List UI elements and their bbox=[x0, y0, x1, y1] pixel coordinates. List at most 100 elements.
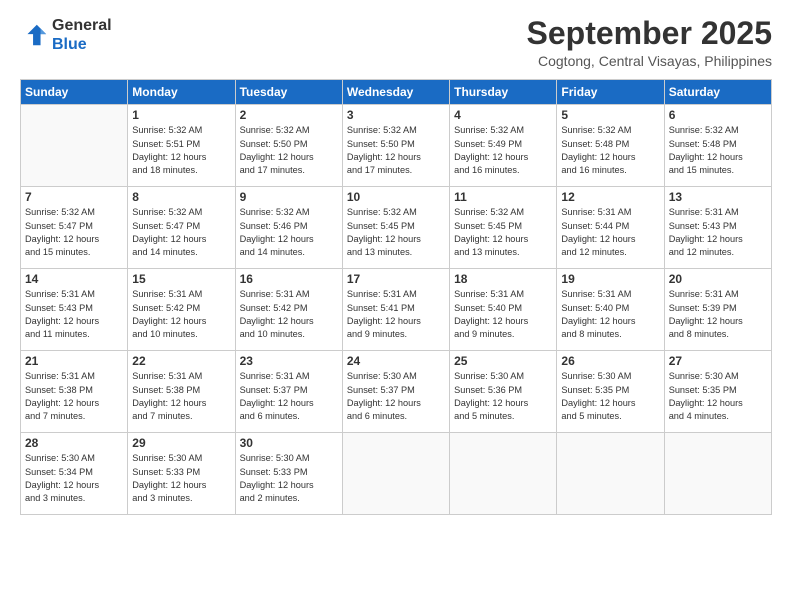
day-info: Sunrise: 5:32 AM Sunset: 5:51 PM Dayligh… bbox=[132, 124, 230, 177]
day-number: 13 bbox=[669, 190, 767, 204]
day-number: 5 bbox=[561, 108, 659, 122]
title-block: September 2025 Cogtong, Central Visayas,… bbox=[527, 16, 772, 69]
day-info: Sunrise: 5:31 AM Sunset: 5:41 PM Dayligh… bbox=[347, 288, 445, 341]
table-row: 28Sunrise: 5:30 AM Sunset: 5:34 PM Dayli… bbox=[21, 433, 128, 515]
calendar-week-row: 28Sunrise: 5:30 AM Sunset: 5:34 PM Dayli… bbox=[21, 433, 772, 515]
location: Cogtong, Central Visayas, Philippines bbox=[527, 53, 772, 69]
table-row bbox=[557, 433, 664, 515]
table-row: 26Sunrise: 5:30 AM Sunset: 5:35 PM Dayli… bbox=[557, 351, 664, 433]
table-row: 11 Sunrise: 5:32 AM Sunset: 5:45 PM Dayli… bbox=[450, 187, 557, 269]
table-row: 9 Sunrise: 5:32 AM Sunset: 5:46 PM Daylig… bbox=[235, 187, 342, 269]
day-info: Sunrise: 5:31 AM Sunset: 5:43 PM Dayligh… bbox=[25, 288, 123, 341]
day-number: 9 bbox=[240, 190, 338, 204]
calendar-week-row: 7 Sunrise: 5:32 AM Sunset: 5:47 PM Daylig… bbox=[21, 187, 772, 269]
day-info: Sunrise: 5:30 AM Sunset: 5:37 PM Dayligh… bbox=[347, 370, 445, 423]
day-info: Sunrise: 5:32 AM Sunset: 5:47 PM Dayligh… bbox=[132, 206, 230, 259]
day-info: Sunrise: 5:31 AM Sunset: 5:44 PM Dayligh… bbox=[561, 206, 659, 259]
day-number: 16 bbox=[240, 272, 338, 286]
day-number: 25 bbox=[454, 354, 552, 368]
month-title: September 2025 bbox=[527, 16, 772, 51]
col-wednesday: Wednesday bbox=[342, 80, 449, 105]
table-row: 13 Sunrise: 5:31 AM Sunset: 5:43 PM Dayli… bbox=[664, 187, 771, 269]
day-info: Sunrise: 5:31 AM Sunset: 5:42 PM Dayligh… bbox=[240, 288, 338, 341]
day-number: 23 bbox=[240, 354, 338, 368]
day-info: Sunrise: 5:30 AM Sunset: 5:33 PM Dayligh… bbox=[132, 452, 230, 505]
day-info: Sunrise: 5:32 AM Sunset: 5:47 PM Dayligh… bbox=[25, 206, 123, 259]
table-row: 18 Sunrise: 5:31 AM Sunset: 5:40 PM Dayli… bbox=[450, 269, 557, 351]
table-row bbox=[21, 105, 128, 187]
day-info: Sunrise: 5:32 AM Sunset: 5:50 PM Dayligh… bbox=[240, 124, 338, 177]
table-row: 10 Sunrise: 5:32 AM Sunset: 5:45 PM Dayli… bbox=[342, 187, 449, 269]
day-info: Sunrise: 5:30 AM Sunset: 5:34 PM Dayligh… bbox=[25, 452, 123, 505]
day-number: 8 bbox=[132, 190, 230, 204]
col-tuesday: Tuesday bbox=[235, 80, 342, 105]
day-info: Sunrise: 5:30 AM Sunset: 5:36 PM Dayligh… bbox=[454, 370, 552, 423]
day-info: Sunrise: 5:32 AM Sunset: 5:48 PM Dayligh… bbox=[669, 124, 767, 177]
col-monday: Monday bbox=[128, 80, 235, 105]
day-number: 15 bbox=[132, 272, 230, 286]
calendar-table: Sunday Monday Tuesday Wednesday Thursday… bbox=[20, 79, 772, 515]
table-row: 5Sunrise: 5:32 AM Sunset: 5:48 PM Daylig… bbox=[557, 105, 664, 187]
day-number: 11 bbox=[454, 190, 552, 204]
table-row bbox=[450, 433, 557, 515]
day-info: Sunrise: 5:32 AM Sunset: 5:49 PM Dayligh… bbox=[454, 124, 552, 177]
day-number: 10 bbox=[347, 190, 445, 204]
page: General Blue September 2025 Cogtong, Cen… bbox=[0, 0, 792, 612]
table-row: 4 Sunrise: 5:32 AM Sunset: 5:49 PM Daylig… bbox=[450, 105, 557, 187]
day-info: Sunrise: 5:31 AM Sunset: 5:40 PM Dayligh… bbox=[454, 288, 552, 341]
table-row bbox=[342, 433, 449, 515]
day-info: Sunrise: 5:30 AM Sunset: 5:35 PM Dayligh… bbox=[561, 370, 659, 423]
table-row: 15Sunrise: 5:31 AM Sunset: 5:42 PM Dayli… bbox=[128, 269, 235, 351]
day-number: 17 bbox=[347, 272, 445, 286]
col-sunday: Sunday bbox=[21, 80, 128, 105]
day-number: 1 bbox=[132, 108, 230, 122]
table-row: 23 Sunrise: 5:31 AM Sunset: 5:37 PM Dayli… bbox=[235, 351, 342, 433]
table-row: 7 Sunrise: 5:32 AM Sunset: 5:47 PM Daylig… bbox=[21, 187, 128, 269]
col-thursday: Thursday bbox=[450, 80, 557, 105]
day-info: Sunrise: 5:31 AM Sunset: 5:40 PM Dayligh… bbox=[561, 288, 659, 341]
day-number: 18 bbox=[454, 272, 552, 286]
col-friday: Friday bbox=[557, 80, 664, 105]
day-number: 7 bbox=[25, 190, 123, 204]
day-info: Sunrise: 5:31 AM Sunset: 5:38 PM Dayligh… bbox=[132, 370, 230, 423]
calendar-week-row: 1 Sunrise: 5:32 AM Sunset: 5:51 PM Daylig… bbox=[21, 105, 772, 187]
table-row: 8 Sunrise: 5:32 AM Sunset: 5:47 PM Daylig… bbox=[128, 187, 235, 269]
day-number: 12 bbox=[561, 190, 659, 204]
table-row: 14 Sunrise: 5:31 AM Sunset: 5:43 PM Dayli… bbox=[21, 269, 128, 351]
day-number: 27 bbox=[669, 354, 767, 368]
day-number: 30 bbox=[240, 436, 338, 450]
day-number: 20 bbox=[669, 272, 767, 286]
day-info: Sunrise: 5:31 AM Sunset: 5:39 PM Dayligh… bbox=[669, 288, 767, 341]
calendar-week-row: 21 Sunrise: 5:31 AM Sunset: 5:38 PM Dayli… bbox=[21, 351, 772, 433]
table-row: 21 Sunrise: 5:31 AM Sunset: 5:38 PM Dayli… bbox=[21, 351, 128, 433]
table-row: 2 Sunrise: 5:32 AM Sunset: 5:50 PM Daylig… bbox=[235, 105, 342, 187]
calendar-header-row: Sunday Monday Tuesday Wednesday Thursday… bbox=[21, 80, 772, 105]
day-info: Sunrise: 5:31 AM Sunset: 5:37 PM Dayligh… bbox=[240, 370, 338, 423]
day-number: 29 bbox=[132, 436, 230, 450]
day-number: 6 bbox=[669, 108, 767, 122]
logo: General Blue bbox=[20, 16, 112, 54]
logo-text: General Blue bbox=[52, 16, 112, 54]
table-row: 17 Sunrise: 5:31 AM Sunset: 5:41 PM Dayli… bbox=[342, 269, 449, 351]
table-row bbox=[664, 433, 771, 515]
day-info: Sunrise: 5:30 AM Sunset: 5:35 PM Dayligh… bbox=[669, 370, 767, 423]
col-saturday: Saturday bbox=[664, 80, 771, 105]
table-row: 19Sunrise: 5:31 AM Sunset: 5:40 PM Dayli… bbox=[557, 269, 664, 351]
table-row: 30Sunrise: 5:30 AM Sunset: 5:33 PM Dayli… bbox=[235, 433, 342, 515]
day-info: Sunrise: 5:31 AM Sunset: 5:43 PM Dayligh… bbox=[669, 206, 767, 259]
day-info: Sunrise: 5:31 AM Sunset: 5:38 PM Dayligh… bbox=[25, 370, 123, 423]
table-row: 16 Sunrise: 5:31 AM Sunset: 5:42 PM Dayli… bbox=[235, 269, 342, 351]
table-row: 3Sunrise: 5:32 AM Sunset: 5:50 PM Daylig… bbox=[342, 105, 449, 187]
day-info: Sunrise: 5:32 AM Sunset: 5:45 PM Dayligh… bbox=[454, 206, 552, 259]
day-number: 14 bbox=[25, 272, 123, 286]
table-row: 22Sunrise: 5:31 AM Sunset: 5:38 PM Dayli… bbox=[128, 351, 235, 433]
table-row: 27 Sunrise: 5:30 AM Sunset: 5:35 PM Dayli… bbox=[664, 351, 771, 433]
day-number: 21 bbox=[25, 354, 123, 368]
day-info: Sunrise: 5:32 AM Sunset: 5:45 PM Dayligh… bbox=[347, 206, 445, 259]
day-info: Sunrise: 5:32 AM Sunset: 5:46 PM Dayligh… bbox=[240, 206, 338, 259]
day-number: 2 bbox=[240, 108, 338, 122]
logo-icon bbox=[20, 21, 48, 49]
table-row: 25 Sunrise: 5:30 AM Sunset: 5:36 PM Dayli… bbox=[450, 351, 557, 433]
day-number: 4 bbox=[454, 108, 552, 122]
calendar-week-row: 14 Sunrise: 5:31 AM Sunset: 5:43 PM Dayli… bbox=[21, 269, 772, 351]
